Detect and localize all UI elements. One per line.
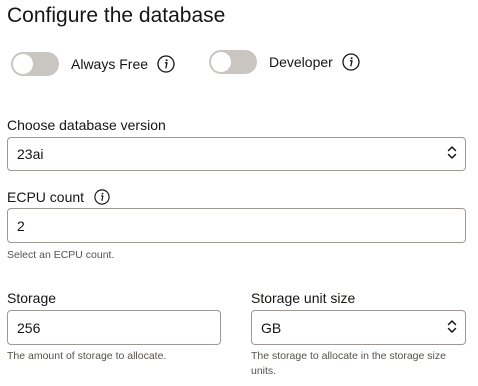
chevron-up-down-icon [447,146,457,163]
info-icon[interactable] [93,188,111,206]
storage-unit-helper-text: The storage to allocate in the storage s… [251,350,446,377]
ecpu-label: ECPU count [7,189,85,205]
ecpu-label-row: ECPU count [7,188,111,206]
always-free-switch[interactable] [11,52,59,76]
always-free-label: Always Free [71,56,149,72]
developer-toggle-group: Developer [209,50,360,74]
developer-switch[interactable] [209,50,257,74]
switch-knob [13,54,33,74]
always-free-toggle-group: Always Free [11,52,175,76]
version-select[interactable]: 23ai [7,137,466,171]
developer-label: Developer [269,54,333,70]
storage-value: 256 [17,319,41,336]
page-title: Configure the database [7,4,226,27]
storage-input[interactable]: 256 [7,310,221,345]
ecpu-value: 2 [17,217,25,234]
info-icon[interactable] [157,55,175,73]
storage-unit-select[interactable]: GB [251,310,466,345]
version-value: 23ai [17,146,44,162]
storage-unit-value: GB [261,319,282,336]
ecpu-helper-text: Select an ECPU count. [7,249,115,261]
version-label: Choose database version [7,117,166,133]
storage-unit-label: Storage unit size [251,290,356,306]
switch-knob [211,52,231,72]
info-icon[interactable] [342,53,360,71]
storage-label: Storage [7,290,57,306]
chevron-up-down-icon [447,319,457,336]
storage-helper-text: The amount of storage to allocate. [7,350,167,362]
ecpu-input[interactable]: 2 [7,208,466,243]
